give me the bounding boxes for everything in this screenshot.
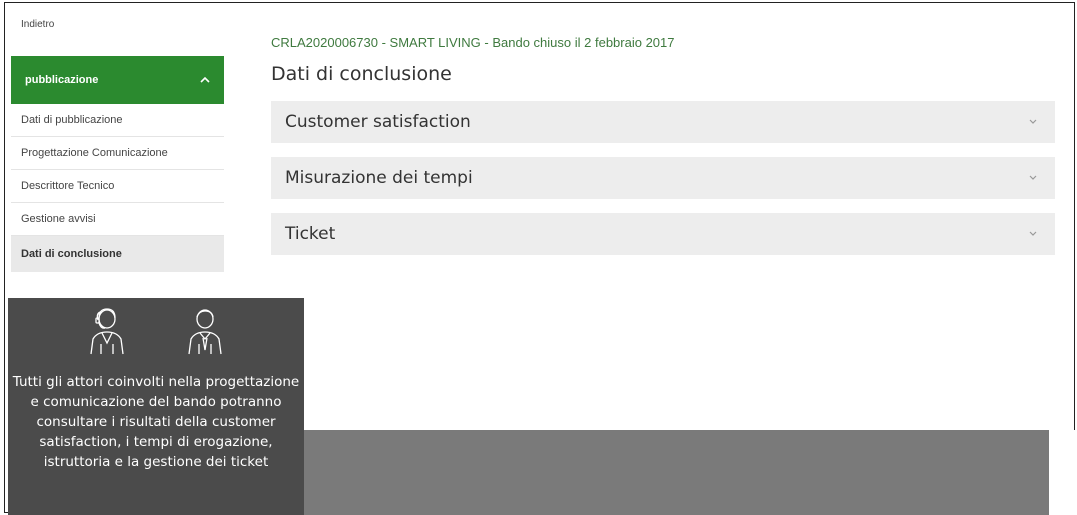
sidebar-item-dati-pubblicazione[interactable]: Dati di pubblicazione [11,104,224,137]
chevron-down-icon [1029,229,1037,239]
main-content: CRLA2020006730 - SMART LIVING - Bando ch… [271,35,1055,255]
info-callout-text: Tutti gli attori coinvolti nella progett… [12,374,300,470]
chevron-down-icon [1029,173,1037,183]
info-callout: Tutti gli attori coinvolti nella progett… [8,298,304,515]
accordion-label: Ticket [285,224,336,244]
breadcrumb: CRLA2020006730 - SMART LIVING - Bando ch… [271,35,675,50]
chevron-down-icon [1029,117,1037,127]
back-link[interactable]: Indietro [21,19,54,30]
accordion-ticket[interactable]: Ticket [271,213,1055,255]
page-title: Dati di conclusione [271,63,452,85]
sidebar-item-progettazione-comunicazione[interactable]: Progettazione Comunicazione [11,137,224,170]
operator-icons [8,306,304,360]
chevron-up-icon [200,74,210,86]
accordion-label: Customer satisfaction [285,112,471,132]
sidebar-section-header[interactable]: pubblicazione [11,56,224,104]
sidebar-item-dati-conclusione[interactable]: Dati di conclusione [11,236,224,272]
female-operator-icon [87,306,127,360]
male-operator-icon [185,306,225,360]
accordion-customer-satisfaction[interactable]: Customer satisfaction [271,101,1055,143]
sidebar: pubblicazione Dati di pubblicazione Prog… [11,56,224,272]
sidebar-section-title: pubblicazione [25,74,99,86]
accordion-label: Misurazione dei tempi [285,168,473,188]
gray-overlay-band [304,430,1049,515]
sidebar-item-descrittore-tecnico[interactable]: Descrittore Tecnico [11,170,224,203]
accordion-misurazione-tempi[interactable]: Misurazione dei tempi [271,157,1055,199]
background-strip [1049,430,1077,515]
sidebar-item-gestione-avvisi[interactable]: Gestione avvisi [11,203,224,236]
